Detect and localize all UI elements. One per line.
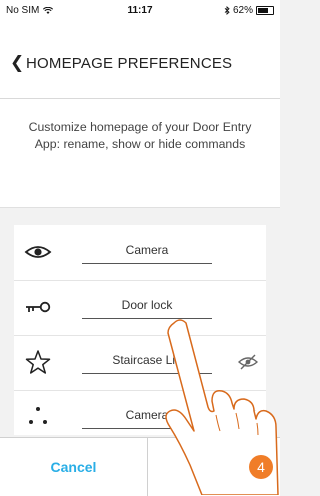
cancel-button[interactable]: Cancel: [0, 438, 147, 496]
command-name[interactable]: Camera: [82, 243, 212, 257]
bluetooth-icon: [224, 6, 230, 15]
battery-group: 62%: [224, 5, 274, 16]
name-underline: [82, 263, 212, 264]
star-icon: [25, 350, 51, 374]
list-item[interactable]: Camera: [14, 225, 266, 281]
battery-percent: 62%: [232, 5, 253, 16]
page-title: HOMEPAGE PREFERENCES: [26, 55, 233, 72]
intro-text: Customize homepage of your Door Entry Ap…: [28, 120, 252, 151]
eye-icon: [24, 246, 52, 258]
intro-panel: Customize homepage of your Door Entry Ap…: [0, 99, 280, 208]
step-badge: 4: [249, 455, 273, 479]
battery-icon: [256, 6, 274, 15]
key-icon: [26, 301, 51, 313]
status-bar: No SIM 11:17 62%: [0, 0, 280, 22]
camera-dots-icon: [29, 407, 47, 424]
header: ❮ HOMEPAGE PREFERENCES: [0, 22, 280, 99]
command-name[interactable]: Door lock: [82, 298, 212, 312]
chevron-left-icon[interactable]: ❮: [10, 54, 24, 71]
